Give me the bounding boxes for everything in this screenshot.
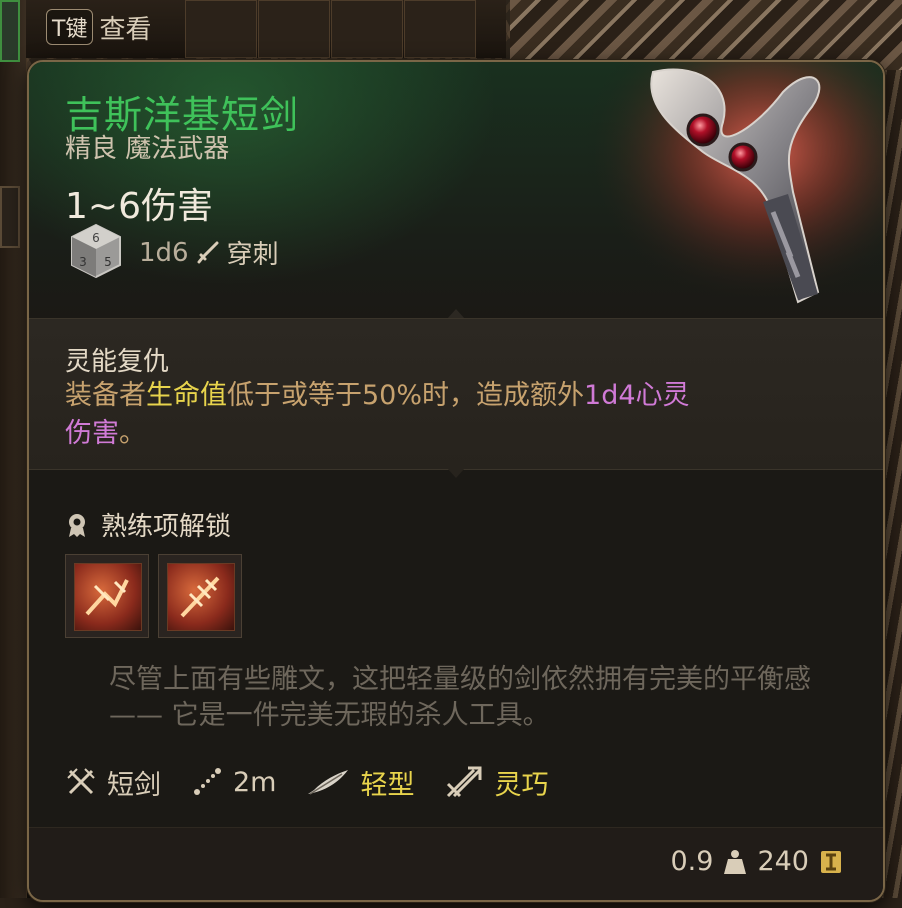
hitpoints-keyword[interactable]: 生命值	[146, 380, 227, 411]
ability-desc-text: 装备者	[65, 380, 146, 411]
weapon-action-icon-1	[74, 563, 142, 631]
item-stats: 0.9 240	[671, 846, 844, 877]
range-icon	[194, 768, 221, 795]
property-short-sword[interactable]: 短剑	[65, 763, 161, 802]
svg-text:5: 5	[104, 255, 112, 269]
ability-desc-text: 低于或等于50%时，造成额外	[227, 380, 585, 411]
hotkey-keycap: T键	[46, 9, 94, 45]
hotkey-action: 查看	[99, 14, 152, 45]
weapon-action-slot-2[interactable]	[158, 554, 242, 638]
damage-detail: 1d6 穿刺	[139, 234, 279, 271]
item-value: 240	[757, 846, 809, 877]
d6-dice-icon: 6 3 5	[71, 223, 121, 279]
damage-dice: 1d6	[139, 237, 189, 268]
finesse-icon	[447, 766, 482, 798]
flavor-text: 尽管上面有些雕文，这把轻量级的剑依然拥有完美的平衡感 —— 它是一件完美无瑕的杀…	[109, 664, 811, 731]
item-rarity: 精良 魔法武器	[65, 134, 230, 164]
weapon-action-slot-1[interactable]	[65, 554, 149, 638]
hotkey-hint: T键 查看	[46, 7, 151, 47]
background-scenery-right	[882, 70, 902, 908]
psychic-damage-keyword[interactable]: 1d4心灵	[584, 380, 690, 411]
property-label: 灵巧	[494, 769, 549, 801]
svg-text:6: 6	[92, 231, 100, 245]
hotbar-slot[interactable]	[331, 0, 403, 58]
dagger-art-icon	[583, 62, 883, 317]
left-hotbar-slot[interactable]	[0, 186, 20, 248]
proficiency-header: 熟练项解锁	[65, 506, 231, 543]
hotbar-slot[interactable]	[404, 0, 476, 58]
item-weight: 0.9	[670, 846, 714, 877]
weapon-properties: 短剑 2m 轻型 灵巧	[65, 760, 578, 804]
left-hotbar-strip	[0, 0, 27, 908]
property-label: 2m	[233, 766, 277, 798]
ability-desc-text: 。	[119, 418, 146, 449]
property-light[interactable]: 轻型	[306, 763, 414, 802]
weapon-action-icon-2	[167, 563, 235, 631]
property-label: 短剑	[107, 769, 161, 801]
proficiency-title: 熟练项解锁	[101, 512, 232, 542]
psychic-damage-keyword[interactable]: 伤害	[65, 418, 119, 449]
ability-section: 灵能复仇 装备者生命值低于或等于50%时，造成额外1d4心灵伤害。	[29, 318, 883, 470]
left-hotbar-slot[interactable]	[0, 0, 20, 62]
divider-notch	[447, 468, 465, 478]
proficiency-badge-icon	[69, 513, 85, 537]
tooltip-footer: 0.9 240	[29, 827, 883, 900]
ability-description: 装备者生命值低于或等于50%时，造成额外1d4心灵伤害。	[65, 377, 825, 453]
gold-icon	[821, 850, 841, 873]
ability-title: 灵能复仇	[65, 347, 170, 377]
item-tooltip: 吉斯洋基短剑 精良 魔法武器 1~6伤害 6 3 5 1d6 穿刺 灵能复仇 装…	[27, 60, 885, 902]
svg-text:3: 3	[79, 255, 87, 269]
piercing-icon	[197, 241, 219, 263]
hotbar-slot[interactable]	[185, 0, 257, 58]
property-range[interactable]: 2m	[191, 766, 276, 798]
hotbar-slot[interactable]	[258, 0, 330, 58]
feather-icon	[308, 770, 349, 795]
property-label: 轻型	[360, 769, 415, 801]
property-finesse[interactable]: 灵巧	[444, 763, 548, 802]
weight-icon	[724, 849, 747, 874]
damage-type: 穿刺	[226, 240, 279, 270]
crossed-swords-icon	[67, 768, 95, 795]
